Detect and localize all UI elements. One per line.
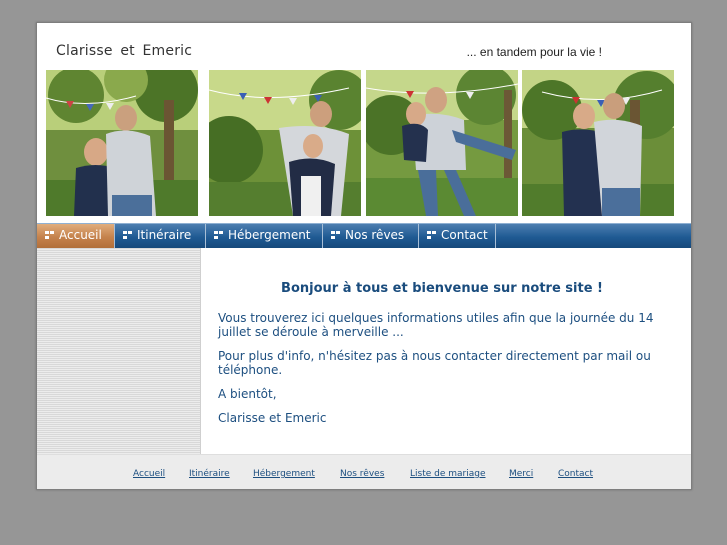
- footer-link-accueil[interactable]: Accueil: [133, 469, 165, 479]
- couple-photo-2: [209, 70, 361, 216]
- nav-item-contact[interactable]: Contact: [419, 224, 496, 248]
- main-nav: Accueil Itinéraire Hébergement Nos rêves…: [37, 223, 691, 248]
- footer: Accueil Itinéraire Hébergement Nos rêves…: [37, 454, 691, 489]
- main-content: Bonjour à tous et bienvenue sur notre si…: [218, 248, 678, 454]
- footer-link-contact[interactable]: Contact: [558, 469, 593, 479]
- couple-photo-3: [366, 70, 518, 216]
- closing-text: A bientôt,: [218, 387, 277, 401]
- footer-link-hebergement[interactable]: Hébergement: [253, 469, 315, 479]
- menu-squares-icon: [331, 231, 340, 239]
- menu-squares-icon: [427, 231, 436, 239]
- nav-item-label: Accueil: [59, 228, 102, 242]
- site-tagline: ... en tandem pour la vie !: [466, 45, 602, 59]
- nav-item-accueil[interactable]: Accueil: [37, 224, 115, 248]
- welcome-heading: Bonjour à tous et bienvenue sur notre si…: [281, 281, 603, 296]
- nav-item-itineraire[interactable]: Itinéraire: [115, 224, 206, 248]
- couple-photo-4: [522, 70, 674, 216]
- signature-text: Clarisse et Emeric: [218, 411, 327, 425]
- footer-link-liste-de-mariage[interactable]: Liste de mariage: [410, 469, 486, 479]
- site-container: Clarisse et Emeric ... en tandem pour la…: [36, 22, 692, 490]
- couple-photo-1: [46, 70, 198, 216]
- sidebar-panel: [37, 248, 201, 454]
- intro-paragraph: Vous trouverez ici quelques informations…: [218, 311, 654, 339]
- footer-link-itineraire[interactable]: Itinéraire: [189, 469, 230, 479]
- site-brand: Clarisse et Emeric: [56, 43, 193, 59]
- nav-item-label: Nos rêves: [345, 228, 405, 242]
- nav-item-label: Hébergement: [228, 228, 311, 242]
- nav-item-nos-reves[interactable]: Nos rêves: [323, 224, 419, 248]
- nav-item-label: Itinéraire: [137, 228, 192, 242]
- footer-link-merci[interactable]: Merci: [509, 469, 533, 479]
- menu-squares-icon: [214, 231, 223, 239]
- nav-item-hebergement[interactable]: Hébergement: [206, 224, 323, 248]
- contact-paragraph: Pour plus d'info, n'hésitez pas à nous c…: [218, 349, 651, 377]
- nav-item-label: Contact: [441, 228, 488, 242]
- menu-squares-icon: [45, 231, 54, 239]
- footer-link-nos-reves[interactable]: Nos rêves: [340, 469, 384, 479]
- menu-squares-icon: [123, 231, 132, 239]
- photo-banner: [46, 70, 674, 216]
